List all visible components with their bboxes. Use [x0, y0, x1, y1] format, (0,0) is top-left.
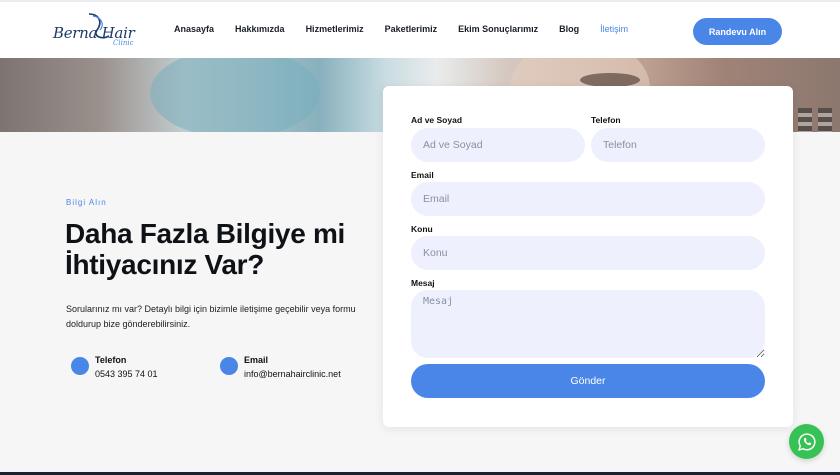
whatsapp-button[interactable] [789, 424, 824, 459]
phone-icon [71, 357, 89, 375]
whatsapp-icon [797, 432, 816, 451]
hero-image-shape [818, 108, 832, 132]
nav-item-blog[interactable]: Blog [559, 24, 579, 34]
contact-phone-value: 0543 395 74 01 [95, 369, 158, 379]
section-headline: Daha Fazla Bilgiye mi İhtiyacınız Var? [65, 218, 346, 280]
subject-label: Konu [411, 224, 433, 234]
phone-label: Telefon [591, 115, 621, 125]
hero-image-shape [798, 108, 812, 132]
message-textarea[interactable] [411, 290, 765, 358]
phone-input[interactable] [591, 128, 765, 162]
contact-phone[interactable]: Telefon 0543 395 74 01 [71, 355, 158, 379]
nav-item-paketlerimiz[interactable]: Paketlerimiz [385, 24, 438, 34]
nav-item-anasayfa[interactable]: Anasayfa [174, 24, 214, 34]
contact-email[interactable]: Email info@bernahairclinic.net [220, 355, 341, 379]
hero-image-shape [150, 58, 320, 132]
section-eyebrow: Bilgi Alın [66, 198, 107, 207]
nav-item-hizmetlerimiz[interactable]: Hizmetlerimiz [306, 24, 364, 34]
email-label: Email [411, 170, 434, 180]
message-label: Mesaj [411, 278, 435, 288]
nav-item-hakkimizda[interactable]: Hakkımızda [235, 24, 285, 34]
appointment-button[interactable]: Randevu Alın [693, 18, 782, 45]
nav-item-iletisim[interactable]: İletişim [600, 24, 628, 34]
contact-email-label: Email [244, 355, 269, 365]
contact-email-value: info@bernahairclinic.net [244, 369, 341, 379]
brand-logo[interactable]: Berna Hair Clinic [53, 12, 145, 50]
contact-phone-label: Telefon [95, 355, 127, 365]
email-input[interactable] [411, 182, 765, 216]
site-header: Berna Hair Clinic Anasayfa Hakkımızda Hi… [0, 0, 840, 58]
nav-item-ekim-sonuclarimiz[interactable]: Ekim Sonuçlarımız [458, 24, 538, 34]
subject-input[interactable] [411, 236, 765, 270]
name-label: Ad ve Soyad [411, 115, 463, 125]
section-description: Sorularınız mı var? Detaylı bilgi için b… [66, 304, 356, 329]
name-input[interactable] [411, 128, 585, 162]
hero-image-shape [580, 73, 640, 87]
email-icon [220, 357, 238, 375]
contact-form: Ad ve Soyad Telefon Email Konu Mesaj Gön… [383, 86, 793, 427]
submit-button[interactable]: Gönder [411, 364, 765, 398]
main-nav: Anasayfa Hakkımızda Hizmetlerimiz Paketl… [174, 24, 649, 34]
logo-subtext: Clinic [113, 39, 134, 47]
